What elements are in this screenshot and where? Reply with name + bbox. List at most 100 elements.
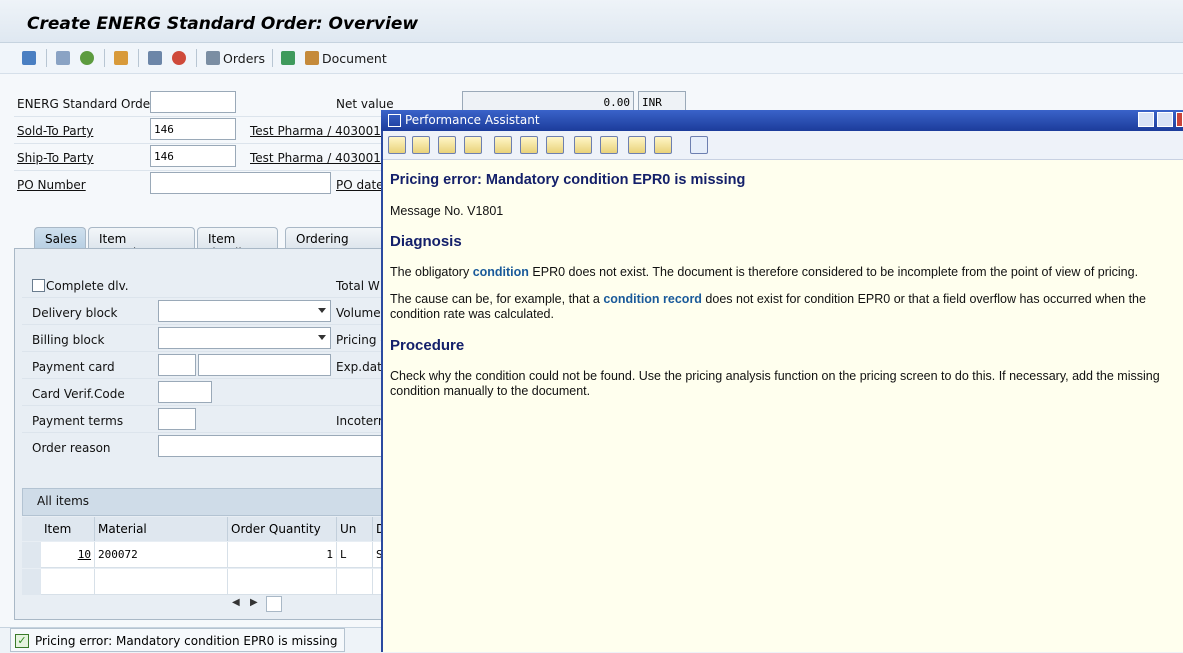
delivery-block-select[interactable]: [158, 300, 331, 322]
column-header-unit[interactable]: Un: [337, 517, 373, 541]
condition-record-link[interactable]: condition record: [603, 292, 702, 306]
sum-icon[interactable]: [281, 50, 298, 66]
tree-icon[interactable]: [464, 136, 482, 154]
ship-to-label[interactable]: Ship-To Party: [17, 151, 94, 165]
order-reason-field[interactable]: [158, 435, 382, 457]
procedure-title: Procedure: [390, 337, 465, 354]
chevron-down-icon: [318, 308, 326, 313]
status-message-box[interactable]: ✓ Pricing error: Mandatory condition EPR…: [10, 628, 345, 652]
sold-to-field[interactable]: 146: [150, 118, 236, 140]
settings-icon[interactable]: [148, 50, 165, 66]
chevron-down-icon: [318, 335, 326, 340]
scroll-left-icon[interactable]: ◀: [232, 597, 240, 608]
table-row-material[interactable]: 200072: [95, 542, 228, 568]
order-field[interactable]: [150, 91, 236, 113]
maximize-button[interactable]: [1157, 112, 1173, 127]
volume-label: Volume: [336, 306, 381, 320]
close-icon[interactable]: [690, 136, 708, 154]
export-icon[interactable]: [628, 136, 646, 154]
sold-to-description: Test Pharma / 403001 F: [250, 124, 392, 138]
window-icon: [388, 114, 401, 127]
column-header-material[interactable]: Material: [95, 517, 228, 541]
table-row-qty[interactable]: 1: [228, 542, 337, 568]
column-header-item[interactable]: Item: [41, 517, 95, 541]
diagnosis-paragraph-2-cont: condition rate was calculated.: [390, 307, 554, 321]
copy-icon[interactable]: [56, 50, 73, 66]
table-row-unit[interactable]: L: [337, 542, 373, 568]
exit-icon[interactable]: [22, 50, 39, 66]
orders-button[interactable]: Orders: [206, 50, 265, 66]
table-row-empty[interactable]: [95, 569, 228, 595]
home-icon[interactable]: [114, 50, 131, 66]
row-selector[interactable]: [22, 569, 41, 595]
minimize-button[interactable]: [1138, 112, 1154, 127]
payment-terms-field[interactable]: [158, 408, 196, 430]
bookmark-icon[interactable]: [600, 136, 618, 154]
payment-card-label: Payment card: [32, 360, 115, 374]
tab-item-overview[interactable]: Item overview: [88, 227, 195, 260]
forward-icon[interactable]: [412, 136, 430, 154]
document-icon: [305, 51, 319, 65]
po-date-label[interactable]: PO date: [336, 178, 384, 192]
po-number-field[interactable]: [150, 172, 331, 194]
card-verif-field[interactable]: [158, 381, 212, 403]
book-icon[interactable]: [574, 136, 592, 154]
payment-card-type-field[interactable]: [158, 354, 196, 376]
document-button[interactable]: Document: [305, 50, 387, 66]
page-title: Create ENERG Standard Order: Overview: [27, 14, 419, 34]
condition-link[interactable]: condition: [473, 265, 529, 279]
procedure-paragraph-2: condition manually to the document.: [390, 384, 591, 398]
diagnosis-paragraph-2: The cause can be, for example, that a co…: [390, 292, 1146, 306]
tab-ordering-party[interactable]: Ordering party: [285, 227, 385, 260]
ship-to-description: Test Pharma / 403001 F: [250, 151, 392, 165]
diag-text: EPR0 does not exist. The document is the…: [528, 265, 1139, 279]
complete-dlv-checkbox[interactable]: [32, 279, 45, 292]
payment-terms-label: Payment terms: [32, 414, 124, 428]
grid-icon: [206, 51, 220, 65]
card-verif-label: Card Verif.Code: [32, 387, 125, 401]
document-label: Document: [322, 50, 387, 66]
select-all-cell[interactable]: [22, 517, 42, 541]
table-row-item[interactable]: 10: [41, 542, 95, 568]
application-toolbar: Orders Document: [0, 43, 1183, 74]
success-check-icon: ✓: [15, 634, 29, 648]
performance-assistant-titlebar[interactable]: Performance Assistant: [381, 110, 1183, 131]
scroll-right-icon[interactable]: ▶: [250, 597, 258, 608]
close-button[interactable]: [1176, 112, 1183, 127]
diag-text: The cause can be, for example, that a: [390, 292, 604, 306]
assistant-title: Performance Assistant: [405, 113, 540, 127]
tab-sales[interactable]: Sales: [34, 227, 86, 249]
order-reason-label: Order reason: [32, 441, 111, 455]
navigation-icon[interactable]: [546, 136, 564, 154]
billing-block-select[interactable]: [158, 327, 331, 349]
total-weight-label: Total W: [336, 279, 380, 293]
row-selector[interactable]: [22, 542, 41, 568]
tab-item-detail[interactable]: Item detail: [197, 227, 278, 260]
horizontal-scrollbar[interactable]: [266, 596, 282, 612]
print-icon[interactable]: [654, 136, 672, 154]
table-row-empty[interactable]: [337, 569, 373, 595]
home-icon[interactable]: [438, 136, 456, 154]
message-number: Message No. V1801: [390, 204, 504, 218]
table-row-empty[interactable]: [41, 569, 95, 595]
back-icon[interactable]: [388, 136, 406, 154]
user-icon[interactable]: [80, 50, 97, 66]
diagnosis-paragraph-1: The obligatory condition EPR0 does not e…: [390, 265, 1138, 279]
po-number-label[interactable]: PO Number: [17, 178, 86, 192]
complete-dlv-label: Complete dlv.: [46, 279, 129, 293]
items-table-title: All items: [37, 494, 90, 508]
table-row-empty[interactable]: [228, 569, 337, 595]
ship-to-field[interactable]: 146: [150, 145, 236, 167]
assistant-heading: Pricing error: Mandatory condition EPR0 …: [390, 172, 746, 188]
diag-text: The obligatory: [390, 265, 473, 279]
edit-icon[interactable]: [494, 136, 512, 154]
delivery-block-label: Delivery block: [32, 306, 118, 320]
procedure-paragraph-1: Check why the condition could not be fou…: [390, 369, 1160, 383]
column-header-order-quantity[interactable]: Order Quantity: [228, 517, 337, 541]
diag-text: does not exist for condition EPR0 or tha…: [701, 292, 1146, 306]
billing-block-label: Billing block: [32, 333, 105, 347]
payment-card-number-field[interactable]: [198, 354, 331, 376]
cancel-icon[interactable]: [172, 50, 189, 66]
sold-to-label[interactable]: Sold-To Party: [17, 124, 93, 138]
technical-info-icon[interactable]: [520, 136, 538, 154]
